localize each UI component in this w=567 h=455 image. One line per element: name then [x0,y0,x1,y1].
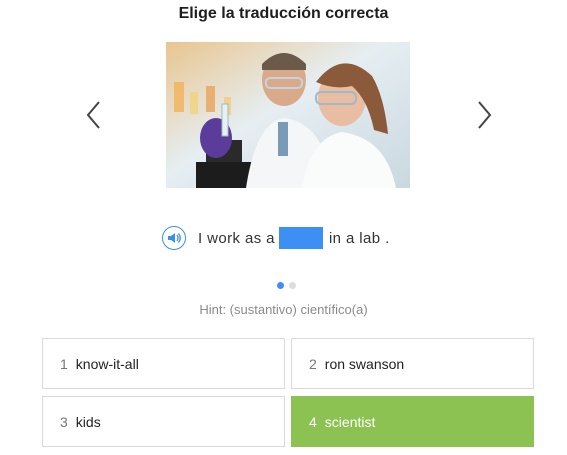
option-label: kids [75,413,101,430]
hint-text: Hint: (sustantivo) científico(a) [199,302,368,317]
lab-scientists-image [166,42,410,188]
option-label: ron swanson [324,355,405,372]
chevron-right-icon [478,101,492,129]
answer-option-3[interactable]: 3 kids [42,396,285,447]
sentence: I work as a in a lab . [162,226,390,250]
answer-blank [278,227,323,249]
exercise-title: Elige la traducción correcta [178,5,389,22]
answer-option-2[interactable]: 2 ron swanson [291,338,534,389]
answer-option-4[interactable]: 4 scientist [291,396,534,447]
sentence-before: I work as a [198,229,275,247]
play-audio-button[interactable] [162,226,186,250]
sentence-after: in a lab . [328,229,390,247]
option-label: know-it-all [75,355,139,372]
carousel-pagination [277,282,296,289]
option-label: scientist [324,413,376,430]
speaker-icon [168,233,181,243]
answer-option-1[interactable]: 1 know-it-all [42,338,285,389]
carousel-next-button[interactable] [472,98,496,132]
option-number: 4 [309,413,317,430]
carousel-prev-button[interactable] [82,98,106,132]
chevron-left-icon [86,101,100,129]
option-number: 1 [60,355,68,372]
option-number: 2 [309,355,317,372]
pagination-dot-2[interactable] [289,282,296,289]
pagination-dot-1[interactable] [277,282,284,289]
option-number: 3 [60,413,68,430]
